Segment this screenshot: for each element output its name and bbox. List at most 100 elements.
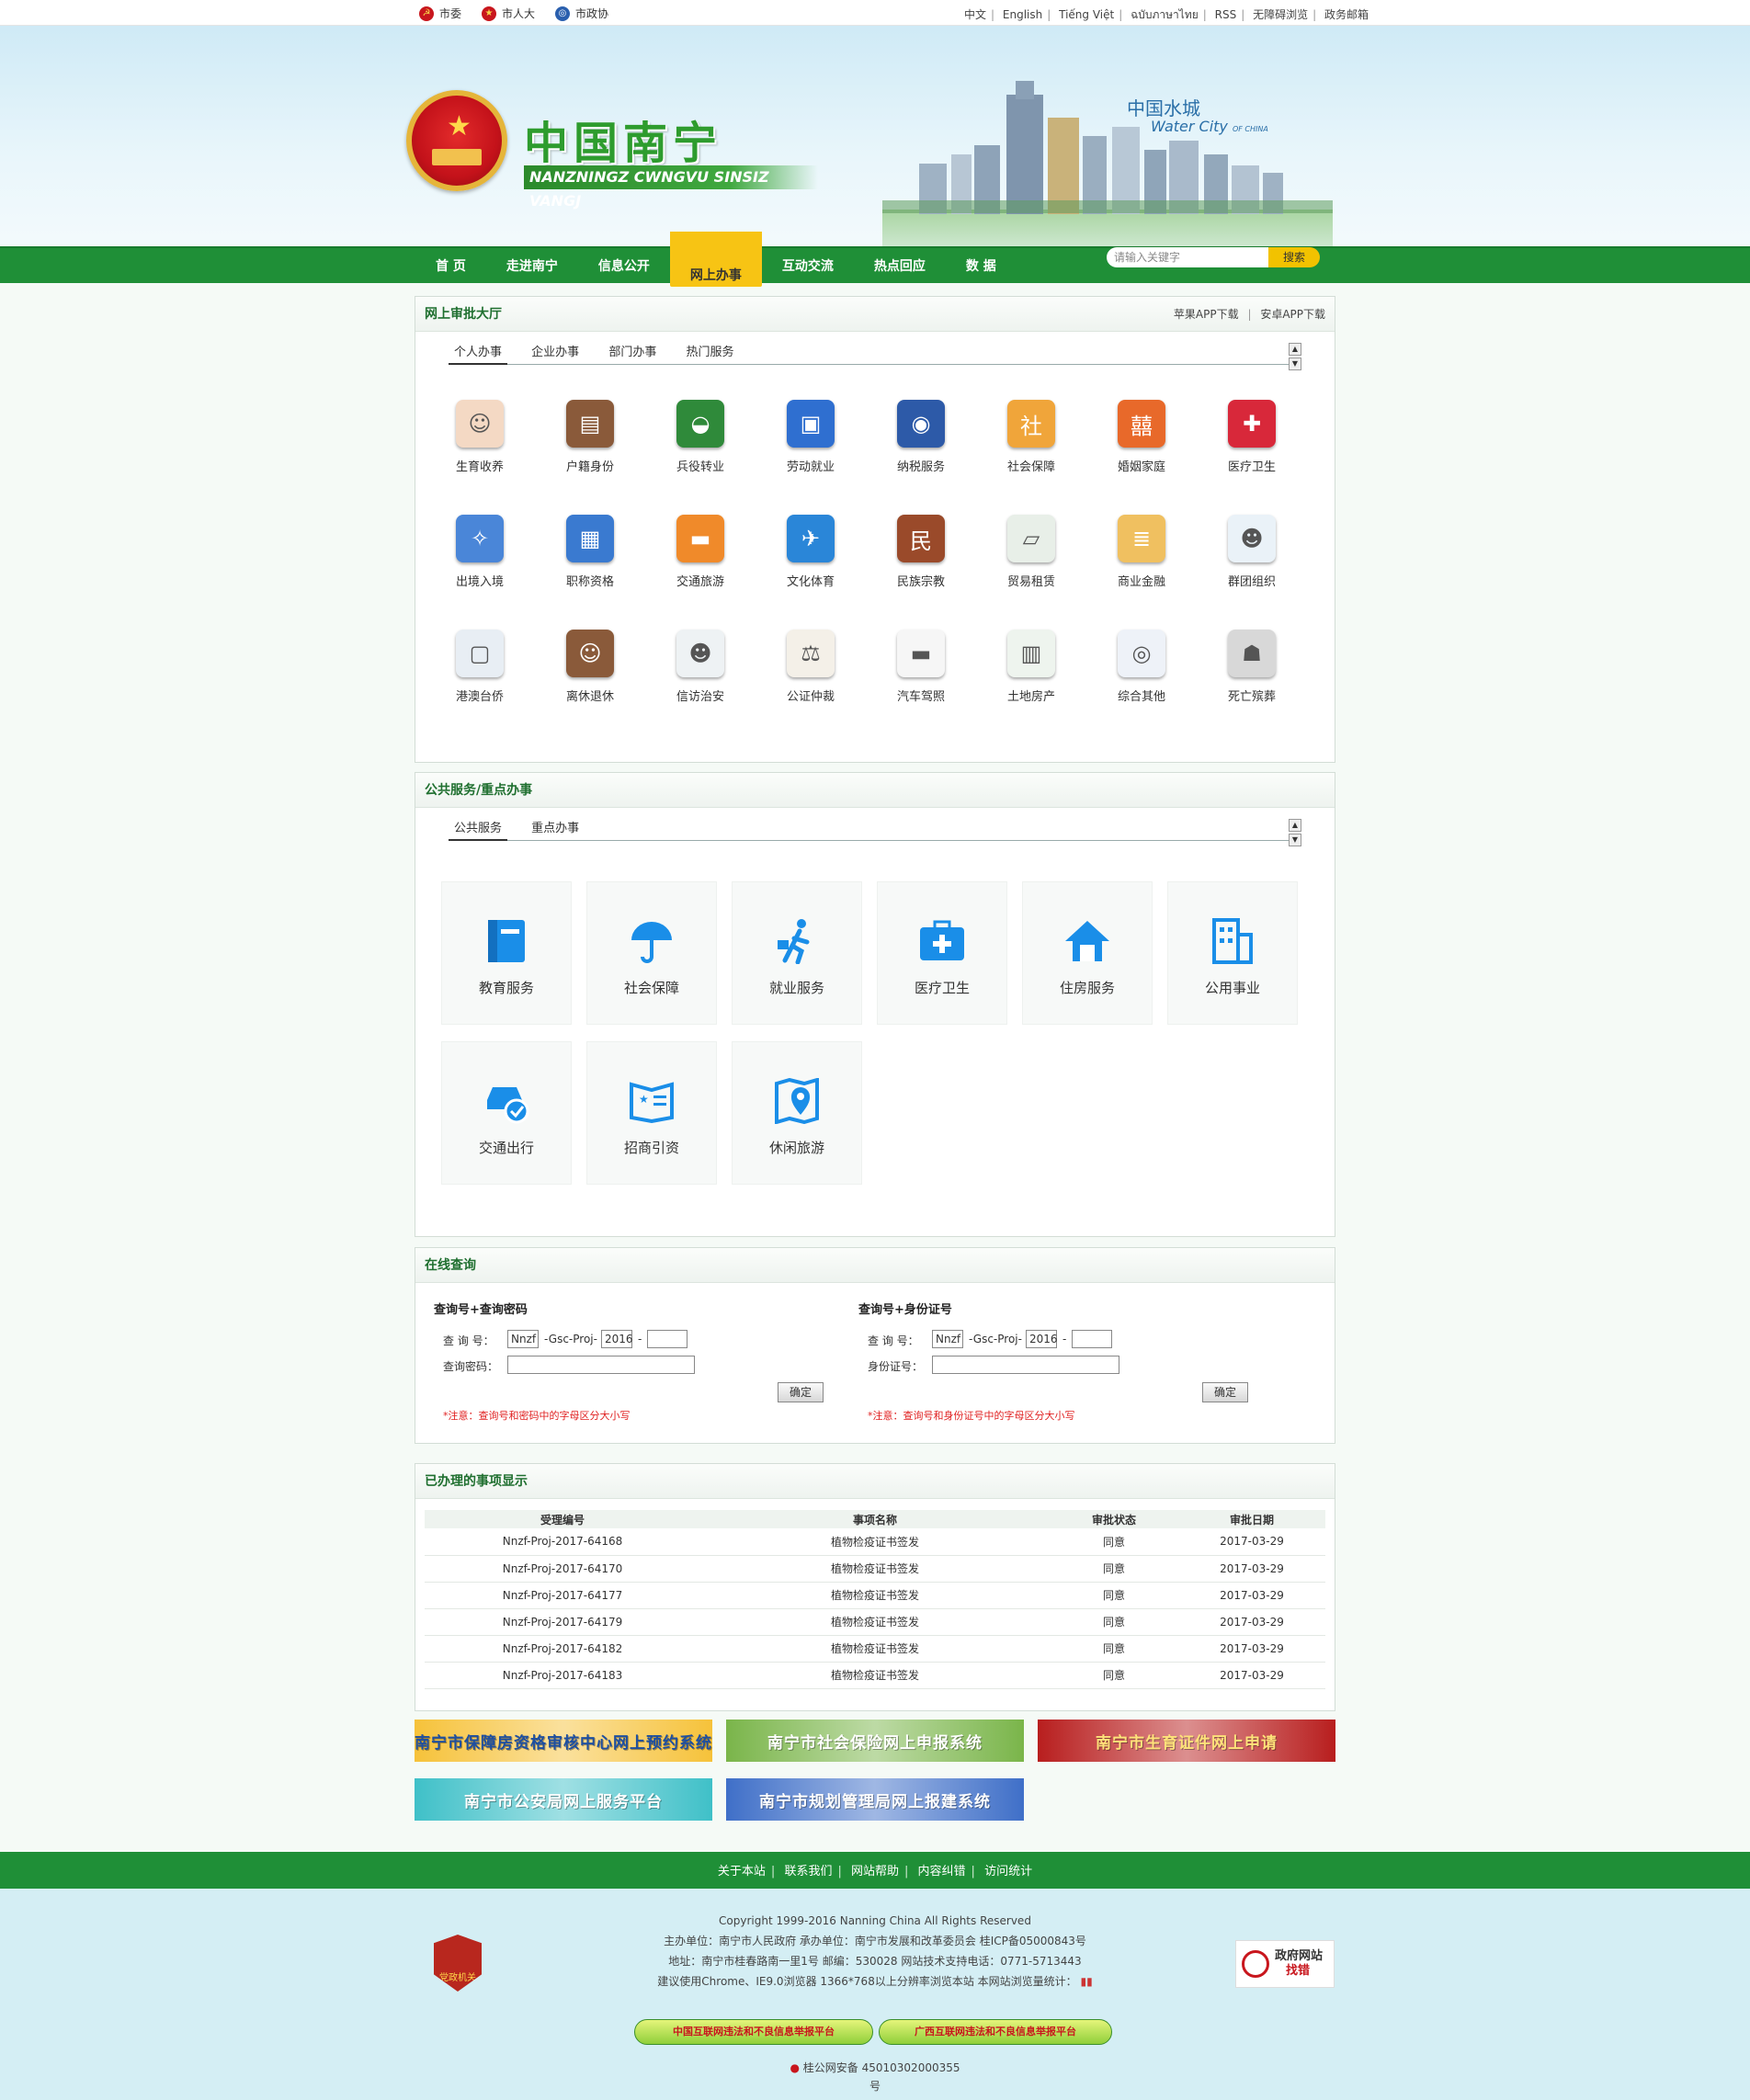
tab-enterprise[interactable]: 企业办事	[526, 343, 585, 365]
footer-link-contact[interactable]: 联系我们	[784, 1865, 832, 1879]
search-input[interactable]: 请输入关键字	[1107, 247, 1268, 267]
table-row[interactable]: Nnzf-Proj-2017-64177 植物检疫证书签发 同意 2017-03-29	[425, 1582, 1325, 1609]
query-right-prefix-field[interactable]: Nnzf	[932, 1330, 963, 1348]
tab-public-services[interactable]: 公共服务	[449, 819, 508, 841]
service-item[interactable]: ◉ 纳税服务	[866, 400, 976, 474]
service-item[interactable]: ▣ 劳动就业	[756, 400, 866, 474]
query-right-year-field[interactable]: 2016	[1026, 1330, 1058, 1348]
promo-banner[interactable]: 南宁市保障房资格审核中心网上预约系统	[415, 1720, 712, 1762]
footer-link-about[interactable]: 关于本站	[718, 1865, 766, 1879]
service-label: 出境入境	[455, 575, 504, 589]
nav-online-services[interactable]: 网上办事	[669, 232, 762, 287]
tab-personal[interactable]: 个人办事	[449, 343, 508, 365]
service-item[interactable]: ▢ 港澳台侨	[425, 630, 535, 704]
query-id-number-field[interactable]	[932, 1356, 1119, 1374]
scroll-up-icon[interactable]: ▲	[1289, 819, 1301, 832]
service-item[interactable]: ✚ 医疗卫生	[1197, 400, 1307, 474]
service-item[interactable]: ☗ 死亡殡葬	[1197, 630, 1307, 704]
book-icon	[481, 915, 532, 967]
tab-hot-services[interactable]: 热门服务	[680, 343, 739, 365]
query-left-submit-button[interactable]: 确定	[778, 1382, 824, 1402]
lang-english[interactable]: English	[1003, 8, 1042, 21]
service-item[interactable]: ▤ 户籍身份	[535, 400, 645, 474]
table-row[interactable]: Nnzf-Proj-2017-64183 植物检疫证书签发 同意 2017-03-29	[425, 1662, 1325, 1689]
service-item[interactable]: ▬ 交通旅游	[645, 515, 756, 589]
footer-link-statistics[interactable]: 访问统计	[984, 1865, 1032, 1879]
report-platform-china-button[interactable]: 中国互联网违法和不良信息举报平台	[634, 2019, 873, 2045]
service-item[interactable]: ☺ 离休退休	[535, 630, 645, 704]
table-row[interactable]: Nnzf-Proj-2017-64168 植物检疫证书签发 同意 2017-03-29	[425, 1528, 1325, 1556]
query-right-submit-button[interactable]: 确定	[1202, 1382, 1248, 1402]
promo-banner[interactable]: 南宁市社会保险网上申报系统	[726, 1720, 1024, 1762]
query-password-field[interactable]	[507, 1356, 695, 1374]
tab-department[interactable]: 部门办事	[603, 343, 662, 365]
public-service-tile[interactable]: 休闲旅游	[732, 1041, 862, 1185]
rss-link[interactable]: RSS	[1215, 8, 1237, 21]
service-item[interactable]: ▬ 汽车驾照	[866, 630, 976, 704]
lang-vietnamese[interactable]: Tiếng Việt	[1059, 8, 1114, 21]
promo-banner[interactable]: 南宁市规划管理局网上报建系统	[726, 1778, 1024, 1821]
query-left-prefix-field[interactable]: Nnzf	[507, 1330, 539, 1348]
police-record[interactable]: ● 桂公网安备 45010302000355	[0, 2058, 1750, 2078]
public-services-title: 公共服务/重点办事	[425, 783, 533, 798]
scroll-down-icon[interactable]: ▼	[1289, 834, 1301, 846]
scroll-up-icon[interactable]: ▲	[1289, 343, 1301, 356]
link-peoples-congress[interactable]: ★ 市人大	[482, 6, 535, 21]
link-party-committee[interactable]: ☭ 市委	[419, 6, 461, 21]
public-service-tile[interactable]: 公用事业	[1167, 881, 1298, 1025]
service-item[interactable]: ▦ 职称资格	[535, 515, 645, 589]
report-platform-guangxi-button[interactable]: 广西互联网违法和不良信息举报平台	[879, 2019, 1112, 2045]
footer-link-correction[interactable]: 内容纠错	[918, 1865, 966, 1879]
accessibility-link[interactable]: 无障碍浏览	[1253, 8, 1308, 21]
service-item[interactable]: ▱ 贸易租赁	[976, 515, 1086, 589]
link-cppcc[interactable]: ◎ 市政协	[555, 6, 608, 21]
stats-chart-icon[interactable]: ▮▮	[1080, 1975, 1092, 1988]
service-item[interactable]: ⚖ 公证仲裁	[756, 630, 866, 704]
service-item[interactable]: ◎ 综合其他	[1086, 630, 1197, 704]
service-item[interactable]: 社社会保障	[976, 400, 1086, 474]
service-item[interactable]: 民民族宗教	[866, 515, 976, 589]
police-record-suffix: 号	[869, 2080, 881, 2093]
gov-site-error-report-badge[interactable]: 政府网站 找错	[1235, 1940, 1335, 1988]
public-service-tile[interactable]: 住房服务	[1022, 881, 1153, 1025]
table-row[interactable]: Nnzf-Proj-2017-64182 植物检疫证书签发 同意 2017-03-29	[425, 1635, 1325, 1663]
promo-banner[interactable]: 南宁市生育证件网上申请	[1038, 1720, 1335, 1762]
service-item[interactable]: ✧ 出境入境	[425, 515, 535, 589]
gov-mail-link[interactable]: 政务邮箱	[1324, 8, 1369, 21]
android-app-download-link[interactable]: 安卓APP下载	[1260, 308, 1325, 321]
public-service-tile[interactable]: 交通出行	[441, 1041, 572, 1185]
search-button[interactable]: 搜索	[1268, 247, 1320, 267]
scroll-down-icon[interactable]: ▼	[1289, 358, 1301, 370]
service-item[interactable]: ◒ 兵役转业	[645, 400, 756, 474]
ios-app-download-link[interactable]: 苹果APP下载	[1174, 308, 1239, 321]
approval-scroll-controls: ▲ ▼	[1289, 343, 1301, 372]
table-row[interactable]: Nnzf-Proj-2017-64179 植物检疫证书签发 同意 2017-03-29	[425, 1608, 1325, 1636]
footer-link-help[interactable]: 网站帮助	[851, 1865, 899, 1879]
query-left-number-field[interactable]	[647, 1330, 688, 1348]
nav-about-nanning[interactable]: 走进南宁	[486, 248, 578, 285]
service-item[interactable]: ☻ 群团组织	[1197, 515, 1307, 589]
service-item[interactable]: 囍婚姻家庭	[1086, 400, 1197, 474]
public-service-tile[interactable]: ★ 招商引资	[586, 1041, 717, 1185]
lang-thai[interactable]: ฉบับภาษาไทย	[1131, 8, 1199, 21]
public-service-tile[interactable]: 就业服务	[732, 881, 862, 1025]
nav-hot-responses[interactable]: 热点回应	[854, 248, 946, 285]
nav-home[interactable]: 首 页	[415, 248, 486, 285]
promo-banner[interactable]: 南宁市公安局网上服务平台	[415, 1778, 712, 1821]
public-service-tile[interactable]: 教育服务	[441, 881, 572, 1025]
query-right-number-field[interactable]	[1072, 1330, 1112, 1348]
service-item[interactable]: ✈ 文化体育	[756, 515, 866, 589]
nav-info-disclosure[interactable]: 信息公开	[578, 248, 670, 285]
tab-key-affairs[interactable]: 重点办事	[526, 819, 585, 841]
nav-data[interactable]: 数 据	[946, 248, 1017, 285]
public-service-tile[interactable]: 医疗卫生	[877, 881, 1007, 1025]
lang-chinese[interactable]: 中文	[964, 8, 986, 21]
nav-interaction[interactable]: 互动交流	[762, 248, 854, 285]
service-item[interactable]: ☺ 生育收养	[425, 400, 535, 474]
table-row[interactable]: Nnzf-Proj-2017-64170 植物检疫证书签发 同意 2017-03-29	[425, 1555, 1325, 1583]
public-service-tile[interactable]: 社会保障	[586, 881, 717, 1025]
query-left-year-field[interactable]: 2016	[601, 1330, 633, 1348]
service-item[interactable]: ☻ 信访治安	[645, 630, 756, 704]
service-item[interactable]: ≣ 商业金融	[1086, 515, 1197, 589]
service-item[interactable]: ▥ 土地房产	[976, 630, 1086, 704]
